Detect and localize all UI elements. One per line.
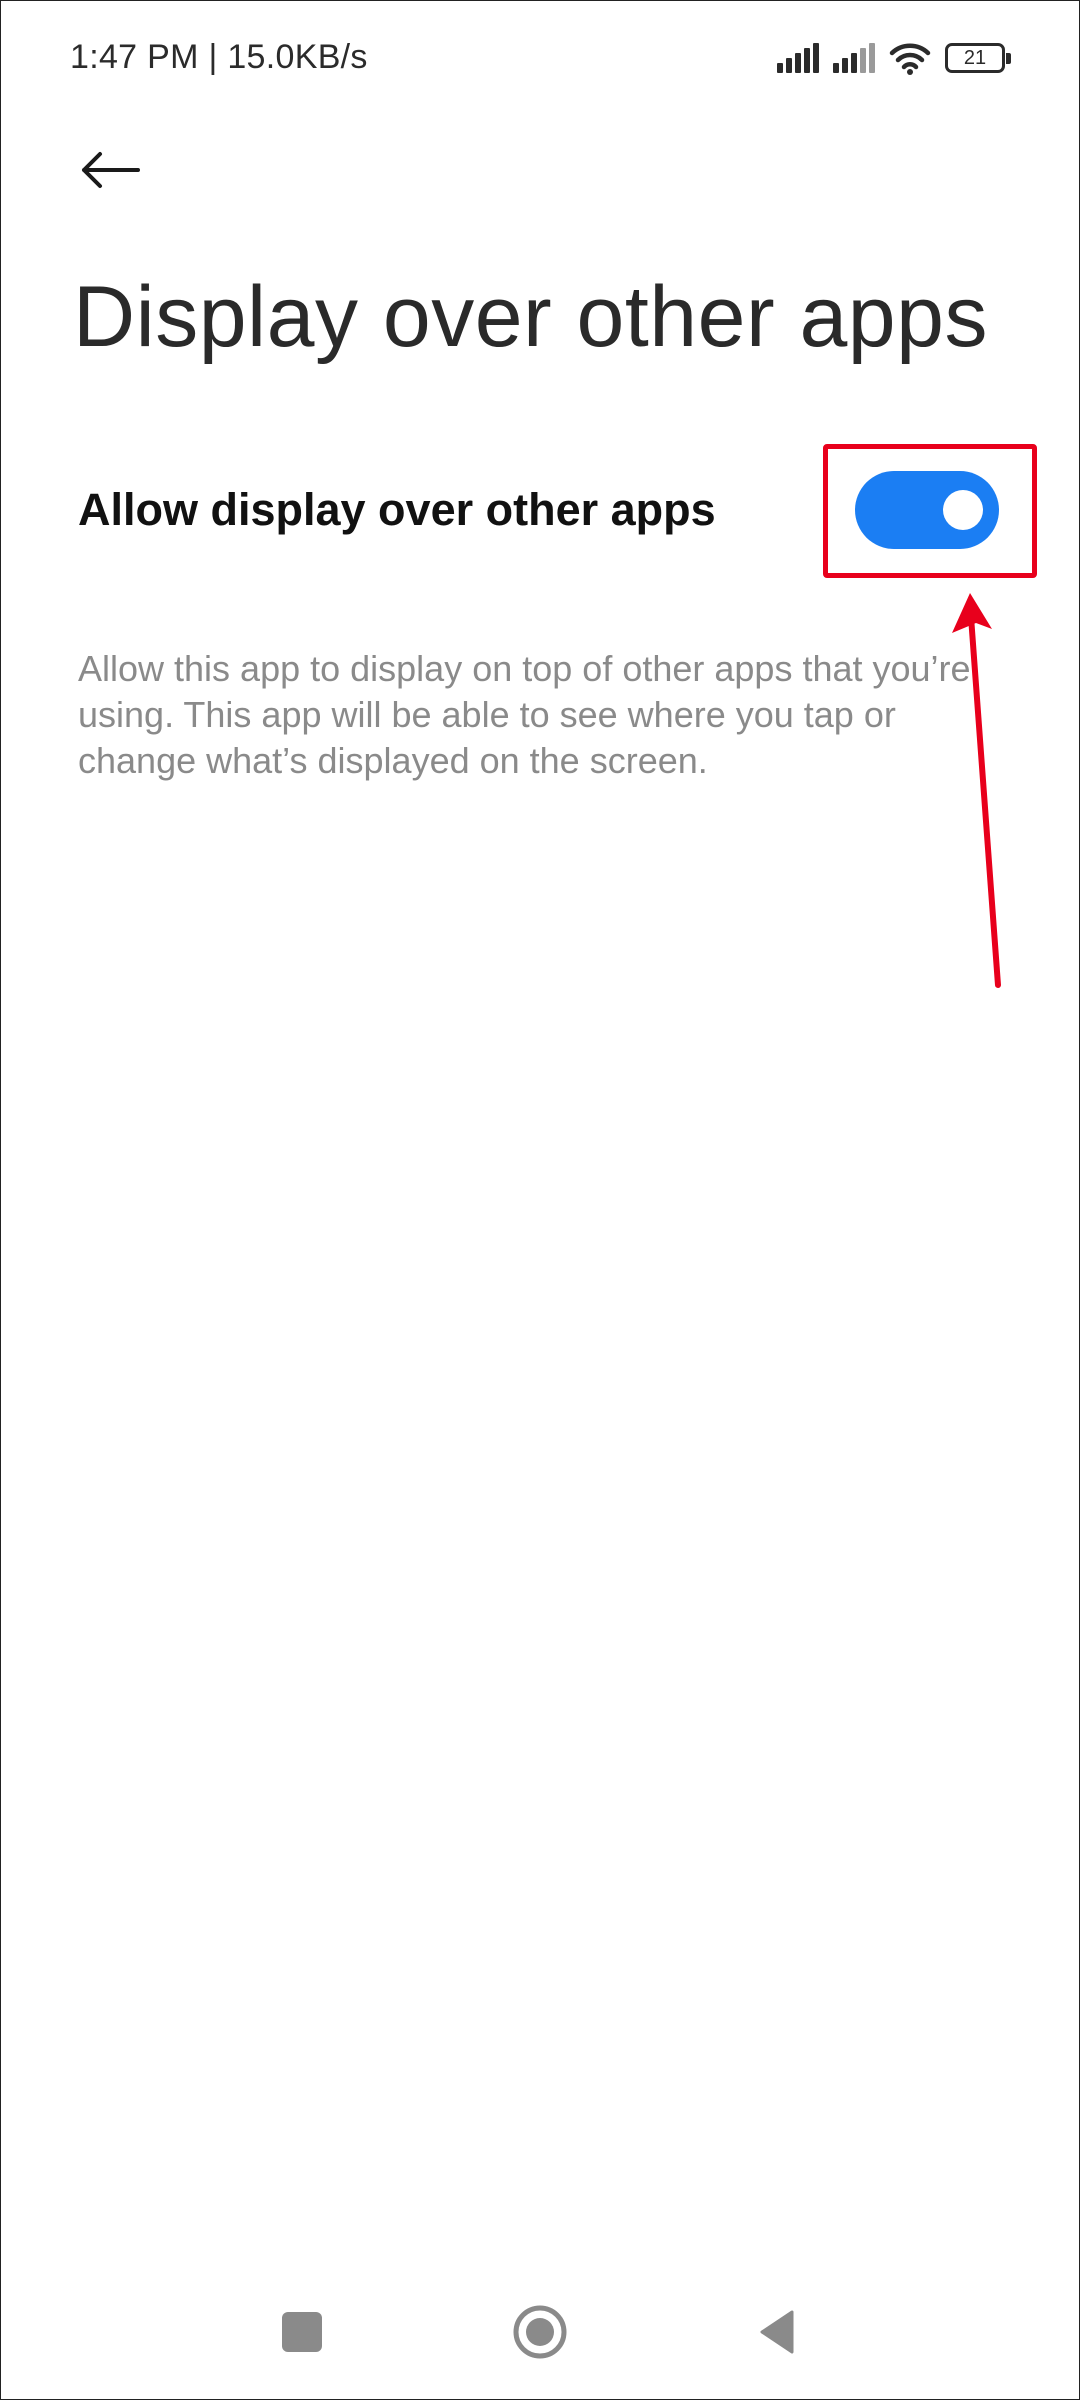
annotation-highlight-box: [823, 444, 1037, 578]
signal-icon: [833, 43, 875, 73]
home-icon[interactable]: [512, 2304, 568, 2360]
status-time-speed: 1:47 PM | 15.0KB/s: [70, 38, 368, 76]
wifi-icon: [889, 43, 931, 75]
back-icon[interactable]: [756, 2308, 796, 2356]
arrow-left-icon: [82, 152, 140, 188]
page-title: Display over other apps: [73, 269, 988, 365]
navigation-bar: [0, 2290, 1080, 2380]
setting-label: Allow display over other apps: [78, 484, 716, 535]
setting-description: Allow this app to display on top of othe…: [78, 648, 971, 781]
battery-level: 21: [963, 46, 987, 69]
annotation-arrow-icon: [952, 593, 1001, 988]
status-icons: 21: [777, 38, 1011, 78]
status-bar: 1:47 PM | 15.0KB/s 21: [0, 0, 1080, 120]
battery-icon: 21: [945, 43, 1011, 73]
back-button[interactable]: [70, 135, 150, 205]
signal-icon: [777, 43, 819, 73]
recents-icon[interactable]: [282, 2312, 322, 2352]
